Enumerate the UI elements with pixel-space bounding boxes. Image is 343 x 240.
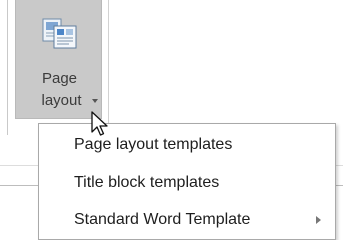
page-layout-button[interactable]: Page layout: [15, 0, 102, 119]
page-layout-dropdown-menu: Page layout templates Title block templa…: [38, 123, 336, 240]
menu-item-standard-word-template[interactable]: Standard Word Template: [39, 201, 335, 239]
ribbon-group-divider-left: [7, 0, 8, 135]
ribbon-area: Page layout Page layout templates Title …: [0, 0, 343, 240]
dropdown-arrow-icon: [92, 99, 98, 103]
submenu-arrow-icon: [316, 216, 321, 224]
menu-item-page-layout-templates[interactable]: Page layout templates: [39, 126, 335, 164]
page-layout-icon: [42, 18, 77, 49]
page-layout-label-line1: Page: [41, 70, 78, 87]
menu-item-label: Title block templates: [74, 174, 220, 191]
mouse-pointer-icon: [91, 111, 108, 136]
menu-item-title-block-templates[interactable]: Title block templates: [39, 164, 335, 202]
menu-item-label: Standard Word Template: [74, 211, 251, 228]
